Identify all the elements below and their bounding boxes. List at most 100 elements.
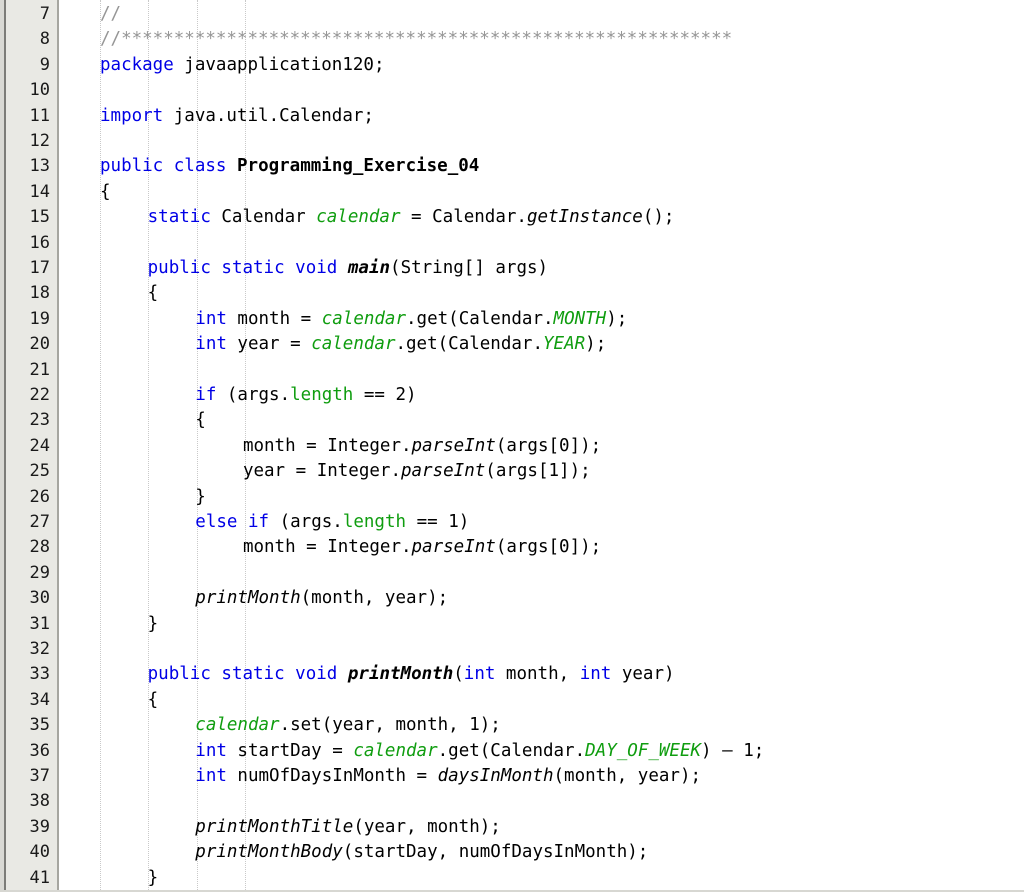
token-fld: calendar — [321, 308, 407, 329]
gutter-row[interactable]: 39 — [6, 815, 58, 840]
code-row[interactable]: printMonthTitle(year, month); — [59, 815, 1024, 840]
code-row[interactable] — [59, 231, 1024, 256]
token-plain: (startDay, numOfDaysInMonth); — [342, 842, 649, 863]
code-row[interactable]: calendar.set(year, month, 1); — [59, 713, 1024, 738]
line-number: 40 — [29, 842, 50, 863]
gutter-row[interactable]: 22 — [6, 383, 58, 408]
token-plain: .get(Calendar. — [406, 308, 554, 329]
code-row[interactable]: // — [59, 2, 1024, 27]
code-row[interactable] — [59, 358, 1024, 383]
code-row[interactable]: static Calendar calendar = Calendar.getI… — [59, 205, 1024, 230]
token-plain: } — [195, 486, 206, 507]
code-row[interactable]: package javaapplication120; — [59, 53, 1024, 78]
token-plain: month = Integer. — [242, 435, 412, 456]
token-plain: .set(year, month, 1); — [279, 715, 501, 736]
token-mcall: printMonth — [195, 588, 301, 609]
line-number: 33 — [29, 664, 50, 685]
code-row[interactable]: int month = calendar.get(Calendar.MONTH)… — [59, 307, 1024, 332]
gutter-row[interactable]: 15 — [6, 205, 58, 230]
token-kw: void — [295, 664, 338, 685]
gutter-row[interactable]: 19 — [6, 307, 58, 332]
gutter-row[interactable]: 18 — [6, 281, 58, 306]
gutter-row[interactable]: 31 — [6, 612, 58, 637]
code-row[interactable] — [59, 789, 1024, 814]
gutter-row[interactable]: 29 — [6, 561, 58, 586]
gutter-row[interactable]: 28 — [6, 535, 58, 560]
code-row[interactable]: int year = calendar.get(Calendar.YEAR); — [59, 332, 1024, 357]
code-row[interactable]: int numOfDaysInMonth = daysInMonth(month… — [59, 764, 1024, 789]
token-cmt: // — [100, 4, 122, 24]
gutter-row[interactable]: 14 — [6, 180, 58, 205]
gutter-row[interactable]: 27 — [6, 510, 58, 535]
gutter-row[interactable]: 7 — [6, 2, 58, 27]
gutter-row[interactable]: 35 — [6, 713, 58, 738]
code-row[interactable]: public class Programming_Exercise_04 — [59, 154, 1024, 179]
gutter-row[interactable]: 24 — [6, 434, 58, 459]
gutter-row[interactable]: 25 — [6, 459, 58, 484]
gutter-row[interactable]: 34 — [6, 688, 58, 713]
code-row[interactable]: else if (args.length == 1) — [59, 510, 1024, 535]
code-row[interactable]: } — [59, 485, 1024, 510]
token-plain: month, — [495, 664, 580, 685]
code-row[interactable]: { — [59, 180, 1024, 205]
gutter-row[interactable]: 17 — [6, 256, 58, 281]
gutter-row[interactable]: 8 — [6, 27, 58, 52]
code-row[interactable]: printMonth(month, year); — [59, 586, 1024, 611]
line-number: 24 — [29, 435, 50, 456]
token-kw: import — [100, 105, 164, 126]
token-plain: (args. — [216, 385, 291, 405]
code-row[interactable] — [59, 637, 1024, 662]
gutter-row[interactable]: 38 — [6, 789, 58, 814]
code-editor-window: 7 8 9 10 11 12 13 14 15 16 17 18 19 20 21 22 23 24 25 26 27 2… — [0, 0, 1024, 892]
gutter-row[interactable]: 16 — [6, 231, 58, 256]
code-line-text: import java.util.Calendar; — [100, 104, 374, 129]
gutter-row[interactable]: 13 — [6, 154, 58, 179]
code-row[interactable]: int startDay = calendar.get(Calendar.DAY… — [59, 739, 1024, 764]
gutter-row[interactable]: 32 — [6, 637, 58, 662]
gutter-row[interactable]: 21 — [6, 358, 58, 383]
token-fld: DAY_OF_WEEK — [585, 740, 702, 761]
code-line-text: month = Integer.parseInt(args[0]); — [243, 434, 601, 459]
gutter-row[interactable]: 33 — [6, 662, 58, 687]
gutter-row[interactable]: 10 — [6, 78, 58, 103]
code-line-text: //**************************************… — [100, 27, 732, 52]
token-kw: public — [147, 258, 211, 278]
code-row[interactable] — [59, 78, 1024, 103]
code-row[interactable]: } — [59, 612, 1024, 637]
code-row[interactable]: month = Integer.parseInt(args[0]); — [59, 535, 1024, 560]
gutter-row[interactable]: 30 — [6, 586, 58, 611]
code-row[interactable]: if (args.length == 2) — [59, 383, 1024, 408]
gutter-row[interactable]: 12 — [6, 129, 58, 154]
code-row[interactable]: year = Integer.parseInt(args[1]); — [59, 459, 1024, 484]
code-row[interactable]: { — [59, 688, 1024, 713]
gutter-row[interactable]: 9 — [6, 53, 58, 78]
code-row[interactable]: public static void main(String[] args) — [59, 256, 1024, 281]
gutter-row[interactable]: 11 — [6, 104, 58, 129]
code-row[interactable]: } — [59, 866, 1024, 891]
code-row[interactable] — [59, 561, 1024, 586]
code-line-text: { — [100, 180, 111, 205]
token-plain: == 2) — [353, 385, 417, 405]
token-mcall: daysInMonth — [437, 766, 554, 786]
gutter-row[interactable]: 41 — [6, 866, 58, 891]
gutter-row[interactable]: 37 — [6, 764, 58, 789]
code-row[interactable] — [59, 129, 1024, 154]
line-number-gutter[interactable]: 7 8 9 10 11 12 13 14 15 16 17 18 19 20 21 22 23 24 25 26 27 2… — [6, 0, 58, 892]
code-text-area[interactable]: // //************************************… — [59, 0, 1024, 892]
gutter-row[interactable]: 20 — [6, 332, 58, 357]
token-kw: else — [195, 512, 238, 532]
code-row[interactable]: month = Integer.parseInt(args[0]); — [59, 434, 1024, 459]
code-row[interactable]: public static void printMonth(int month,… — [59, 662, 1024, 687]
gutter-row[interactable]: 23 — [6, 408, 58, 433]
code-row[interactable]: { — [59, 408, 1024, 433]
gutter-row[interactable]: 26 — [6, 485, 58, 510]
code-row[interactable]: printMonthBody(startDay, numOfDaysInMont… — [59, 840, 1024, 865]
code-row[interactable]: import java.util.Calendar; — [59, 104, 1024, 129]
gutter-row[interactable]: 36 — [6, 739, 58, 764]
code-row[interactable]: //**************************************… — [59, 27, 1024, 52]
token-cmt: //**************************************… — [100, 29, 733, 50]
gutter-row[interactable]: 40 — [6, 840, 58, 865]
token-mcall: getInstance — [526, 207, 643, 228]
token-plain: ); — [585, 334, 607, 355]
code-row[interactable]: { — [59, 281, 1024, 306]
